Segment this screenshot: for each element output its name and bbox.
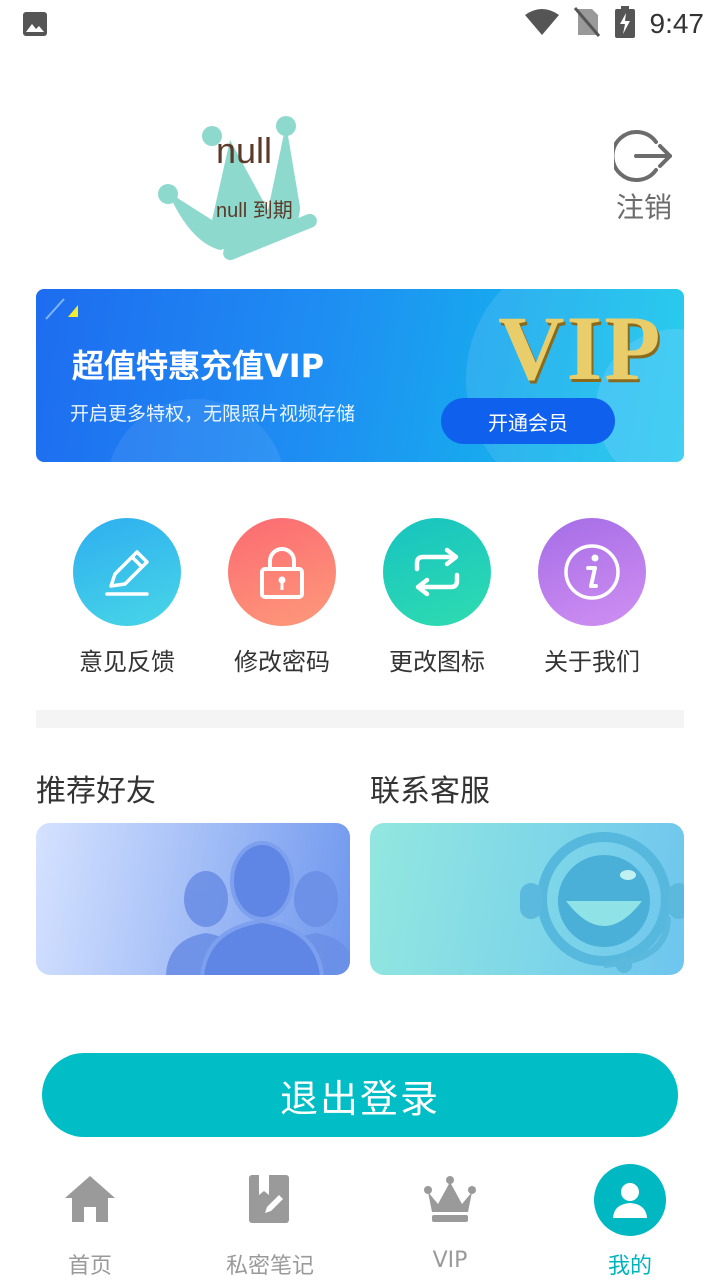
contact-service-card[interactable] xyxy=(370,823,684,975)
user-icon xyxy=(613,1183,647,1218)
open-membership-button[interactable]: 开通会员 xyxy=(441,398,615,444)
quick-actions: 意见反馈 修改密码 更改图标 关于我们 xyxy=(0,518,720,678)
group-users-icon xyxy=(166,841,350,975)
action-label: 意见反馈 xyxy=(79,648,175,676)
vip-logo: VIP xyxy=(498,297,663,399)
nav-private-notes[interactable]: 私密笔记 xyxy=(190,1160,350,1280)
clock: 9:47 xyxy=(649,8,705,39)
headset-agent-icon xyxy=(520,832,684,973)
recommend-friends-title: 推荐好友 xyxy=(36,774,156,809)
exit-icon xyxy=(614,130,672,182)
nav-label: 私密笔记 xyxy=(225,1254,314,1279)
pencil-icon xyxy=(105,550,149,596)
logout-link[interactable]: 注销 xyxy=(612,128,676,226)
vip-expiry: null 到期 xyxy=(216,200,293,222)
change-password-button[interactable]: 修改密码 xyxy=(212,518,352,677)
nav-vip[interactable]: VIP xyxy=(370,1160,530,1280)
vip-banner-title: 超值特惠充值VIP xyxy=(72,347,325,385)
info-icon xyxy=(564,544,620,600)
wifi-icon xyxy=(524,7,560,41)
logout-button[interactable]: 退出登录 xyxy=(42,1053,678,1137)
change-icon-button[interactable]: 更改图标 xyxy=(367,518,507,677)
feedback-button[interactable]: 意见反馈 xyxy=(57,518,197,677)
nav-label: 我的 xyxy=(607,1254,652,1279)
action-label: 更改图标 xyxy=(389,648,485,676)
battery-charging-icon xyxy=(614,6,636,42)
crown-icon xyxy=(424,1176,476,1222)
note-icon xyxy=(249,1175,289,1223)
change-icon-circle xyxy=(383,518,491,626)
password-icon-circle xyxy=(228,518,336,626)
lock-icon xyxy=(260,547,304,599)
action-label: 关于我们 xyxy=(544,648,640,676)
about-us-button[interactable]: 关于我们 xyxy=(522,518,662,677)
home-icon xyxy=(65,1176,115,1222)
action-label: 修改密码 xyxy=(234,648,330,676)
swap-arrows-icon xyxy=(414,547,460,597)
recommend-friends-card[interactable] xyxy=(36,823,350,975)
vip-banner[interactable]: VIP 超值特惠充值VIP 开启更多特权，无限照片视频存储 开通会员 xyxy=(36,289,684,462)
nav-label: VIP xyxy=(432,1248,468,1273)
section-divider xyxy=(36,710,684,728)
contact-service-title: 联系客服 xyxy=(370,774,490,809)
nav-home[interactable]: 首页 xyxy=(10,1160,170,1280)
about-icon-circle xyxy=(538,518,646,626)
banner-corner-decoration xyxy=(45,298,78,320)
bottom-navigation: 首页 私密笔记 VIP 我的 xyxy=(0,1160,720,1280)
nav-label: 首页 xyxy=(67,1254,112,1279)
username: null xyxy=(216,130,273,171)
nav-mine[interactable]: 我的 xyxy=(550,1160,710,1280)
status-bar: 9:47 xyxy=(0,0,720,48)
feedback-icon-circle xyxy=(73,518,181,626)
vip-banner-subtitle: 开启更多特权，无限照片视频存储 xyxy=(70,403,356,425)
nav-active-indicator xyxy=(594,1164,666,1236)
image-notification-icon xyxy=(22,11,48,41)
no-sim-icon xyxy=(573,7,600,41)
logout-link-label: 注销 xyxy=(615,191,672,224)
